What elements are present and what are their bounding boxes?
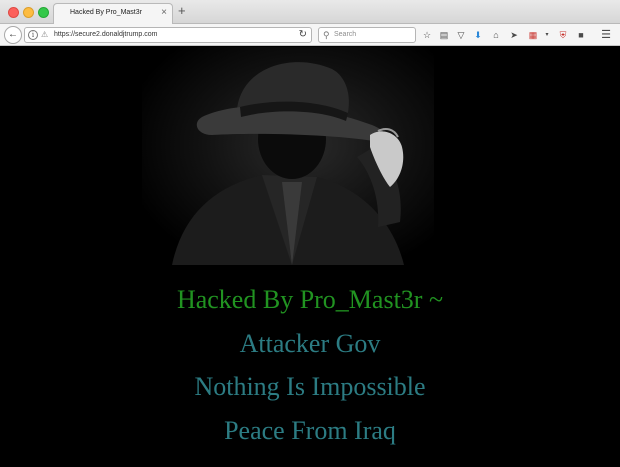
- reload-icon[interactable]: ↻: [299, 29, 307, 41]
- pocket-icon[interactable]: ▽: [455, 28, 467, 42]
- star-icon[interactable]: ☆: [421, 28, 433, 42]
- home-icon[interactable]: ⌂: [490, 28, 502, 42]
- back-button[interactable]: ←: [4, 26, 22, 44]
- search-bar[interactable]: ⚲ Search: [318, 27, 416, 43]
- man-in-fedora-hat-icon: [142, 47, 434, 265]
- search-icon: ⚲: [323, 30, 330, 40]
- tab-title: Hacked By Pro_Mast3r: [70, 9, 142, 16]
- extension-dropdown-icon[interactable]: ▾: [541, 28, 553, 42]
- shield-icon[interactable]: ⛨: [557, 28, 569, 42]
- peace-line: Peace From Iraq: [224, 416, 396, 445]
- send-icon[interactable]: ➤: [508, 28, 520, 42]
- chat-icon[interactable]: ■: [575, 28, 587, 42]
- lock-warning-icon[interactable]: ⚠: [41, 30, 51, 40]
- nav-toolbar: ← i ⚠ https://secure2.donaldjtrump.com ↻…: [0, 24, 620, 46]
- menu-icon[interactable]: ☰: [600, 28, 612, 42]
- search-input[interactable]: Search: [334, 31, 356, 38]
- download-icon[interactable]: ⬇: [472, 28, 484, 42]
- hacked-page: Hacked By Pro_Mast3r ~ Attacker Gov Noth…: [0, 47, 620, 467]
- url-text[interactable]: https://secure2.donaldjtrump.com: [54, 31, 158, 38]
- title-bar: Hacked By Pro_Mast3r × +: [0, 0, 620, 25]
- browser-tab[interactable]: Hacked By Pro_Mast3r ×: [53, 3, 173, 25]
- close-window-button[interactable]: [8, 7, 19, 18]
- new-tab-button[interactable]: +: [178, 3, 186, 19]
- tab-close-icon[interactable]: ×: [161, 7, 167, 19]
- url-bar[interactable]: i ⚠ https://secure2.donaldjtrump.com ↻: [24, 27, 312, 43]
- hacked-by-line: Hacked By Pro_Mast3r ~: [176, 285, 444, 314]
- motto-line: Nothing Is Impossible: [194, 372, 426, 401]
- zoom-window-button[interactable]: [38, 7, 49, 18]
- info-icon[interactable]: i: [28, 30, 38, 40]
- reading-list-icon[interactable]: ▤: [438, 28, 450, 42]
- minimize-window-button[interactable]: [23, 7, 34, 18]
- extension-icon[interactable]: ▦: [527, 28, 539, 42]
- attacker-line: Attacker Gov: [239, 329, 381, 358]
